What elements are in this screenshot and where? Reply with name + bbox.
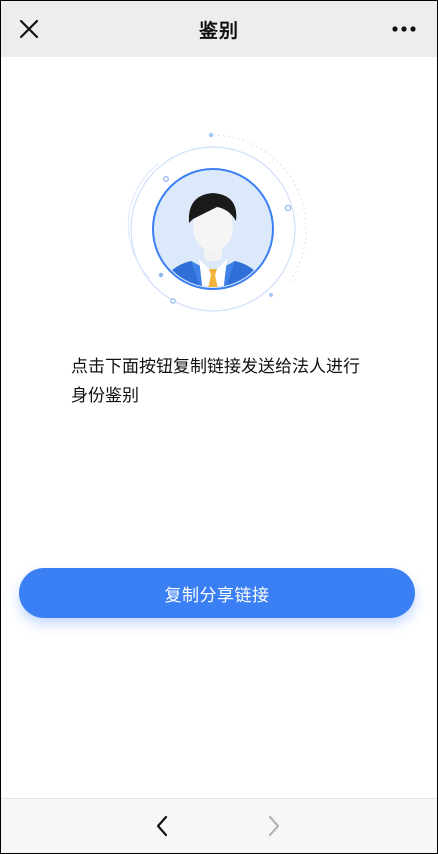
close-button[interactable] [15, 15, 43, 43]
more-icon [392, 26, 416, 32]
avatar-icon [127, 132, 307, 312]
app-window: 鉴别 点击下面按钮复制链接发送给法人进行身份鉴别 复制分享链接 [0, 0, 438, 854]
copy-share-link-button[interactable]: 复制分享链接 [19, 568, 415, 618]
identity-illustration [119, 123, 319, 323]
close-icon [19, 19, 39, 39]
chevron-left-icon [156, 815, 168, 837]
back-button[interactable] [149, 813, 175, 839]
header-bar: 鉴别 [1, 1, 437, 57]
chevron-right-icon [268, 815, 280, 837]
bottom-nav-bar [1, 798, 437, 853]
instruction-text: 点击下面按钮复制链接发送给法人进行身份鉴别 [71, 357, 360, 406]
page-title: 鉴别 [198, 19, 239, 42]
more-button[interactable] [389, 17, 419, 41]
forward-button[interactable] [261, 813, 287, 839]
